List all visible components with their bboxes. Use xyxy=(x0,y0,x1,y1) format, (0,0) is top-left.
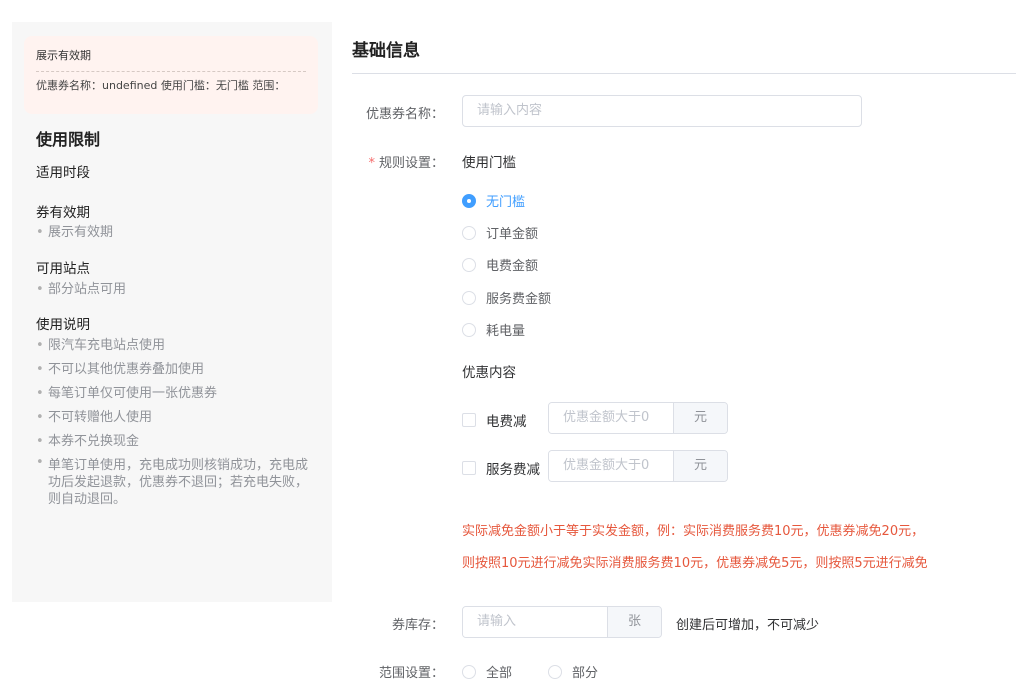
list-item: 部分站点可用 xyxy=(36,278,316,302)
stock-label: 券库存： xyxy=(391,618,444,633)
list-item: 单笔订单使用，充电成功则核销成功，充电成功后发起退款，优惠券不退回；若充电失败，… xyxy=(36,454,316,508)
service-fee-discount-checkbox[interactable]: 服务费减 xyxy=(462,458,540,478)
radio-checked-icon xyxy=(462,193,476,208)
list-item: 展示有效期 xyxy=(36,221,316,245)
validity-list: 展示有效期 xyxy=(36,221,316,245)
preview-card-title: 展示有效期 xyxy=(36,49,91,62)
threshold-radio-service-fee[interactable]: 服务费金额 xyxy=(462,288,551,307)
currency-unit: 元 xyxy=(673,403,727,433)
checkbox-icon xyxy=(462,461,476,475)
preview-card: 展示有效期 优惠券名称：undefined 使用门槛：无门槛 范围： xyxy=(24,36,318,114)
instructions-list: 限汽车充电站点使用 不可以其他优惠券叠加使用 每笔订单仅可使用一张优惠券 不可转… xyxy=(36,334,316,508)
preview-card-divider xyxy=(36,71,306,72)
threshold-radio-power-usage[interactable]: 耗电量 xyxy=(462,320,525,339)
radio-label: 全部 xyxy=(486,666,513,681)
discount-title: 优惠内容 xyxy=(462,365,516,381)
currency-unit: 元 xyxy=(673,451,727,481)
threshold-radio-order-amount[interactable]: 订单金额 xyxy=(462,223,538,242)
discount-note-line-1: 实际减免金额小于等于实发金额，例：实际消费服务费10元，优惠券减免20元， xyxy=(462,524,925,539)
radio-label: 订单金额 xyxy=(486,227,539,242)
threshold-radio-none[interactable]: 无门槛 xyxy=(462,191,525,210)
radio-label: 电费金额 xyxy=(486,259,539,274)
list-item: 限汽车充电站点使用 xyxy=(36,334,316,358)
radio-label: 无门槛 xyxy=(486,195,526,210)
checkbox-label: 服务费减 xyxy=(486,462,540,478)
radio-label: 服务费金额 xyxy=(486,292,552,307)
stock-input-group[interactable]: 请输入 张 xyxy=(462,606,662,638)
list-item: 不可转赠他人使用 xyxy=(36,406,316,430)
radio-icon xyxy=(462,664,476,679)
list-item: 不可以其他优惠券叠加使用 xyxy=(36,358,316,382)
radio-label: 部分 xyxy=(572,666,599,681)
instructions-label: 使用说明 xyxy=(36,317,90,333)
discount-note-line-2: 则按照10元进行减免实际消费服务费10元，优惠券减免5元，则按照5元进行减免 xyxy=(462,556,928,571)
station-label: 可用站点 xyxy=(36,261,90,277)
section-title: 基础信息 xyxy=(352,41,420,61)
threshold-title: 使用门槛 xyxy=(462,155,516,171)
radio-icon xyxy=(462,322,476,337)
scope-label: 范围设置： xyxy=(378,666,444,681)
service-fee-discount-field[interactable]: 优惠金额大于0 xyxy=(549,451,673,481)
service-fee-discount-input[interactable]: 优惠金额大于0 元 xyxy=(548,450,728,482)
list-item: 每笔订单仅可使用一张优惠券 xyxy=(36,382,316,406)
validity-label: 券有效期 xyxy=(36,205,90,221)
radio-icon xyxy=(548,664,562,679)
required-mark: * xyxy=(368,156,375,171)
usage-limit-heading: 使用限制 xyxy=(36,130,101,149)
electric-fee-discount-field[interactable]: 优惠金额大于0 xyxy=(549,403,673,433)
coupon-name-label: 优惠券名称： xyxy=(365,107,444,122)
station-list: 部分站点可用 xyxy=(36,278,316,302)
radio-icon xyxy=(462,290,476,305)
stock-hint: 创建后可增加，不可减少 xyxy=(676,618,820,633)
scope-radio-partial[interactable]: 部分 xyxy=(548,662,598,681)
radio-icon xyxy=(462,257,476,272)
stock-input[interactable]: 请输入 xyxy=(463,607,607,637)
applicable-time-label: 适用时段 xyxy=(36,165,90,181)
radio-label: 耗电量 xyxy=(486,324,526,339)
radio-icon xyxy=(462,225,476,240)
stock-unit: 张 xyxy=(607,607,661,637)
list-item: 本券不兑换现金 xyxy=(36,430,316,454)
section-divider xyxy=(352,73,1016,74)
checkbox-label: 电费减 xyxy=(486,414,527,430)
electric-fee-discount-checkbox[interactable]: 电费减 xyxy=(462,410,527,430)
electric-fee-discount-input[interactable]: 优惠金额大于0 元 xyxy=(548,402,728,434)
preview-card-summary: 优惠券名称：undefined 使用门槛：无门槛 范围： xyxy=(36,79,286,92)
rule-settings-text: 规则设置： xyxy=(378,156,444,171)
coupon-name-input[interactable]: 请输入内容 xyxy=(462,95,862,127)
scope-radio-all[interactable]: 全部 xyxy=(462,662,512,681)
checkbox-icon xyxy=(462,413,476,427)
threshold-radio-electric-fee[interactable]: 电费金额 xyxy=(462,255,538,274)
rule-settings-label: * 规则设置： xyxy=(334,152,444,171)
coupon-preview-panel: 展示有效期 优惠券名称：undefined 使用门槛：无门槛 范围： 使用限制 … xyxy=(12,22,332,602)
